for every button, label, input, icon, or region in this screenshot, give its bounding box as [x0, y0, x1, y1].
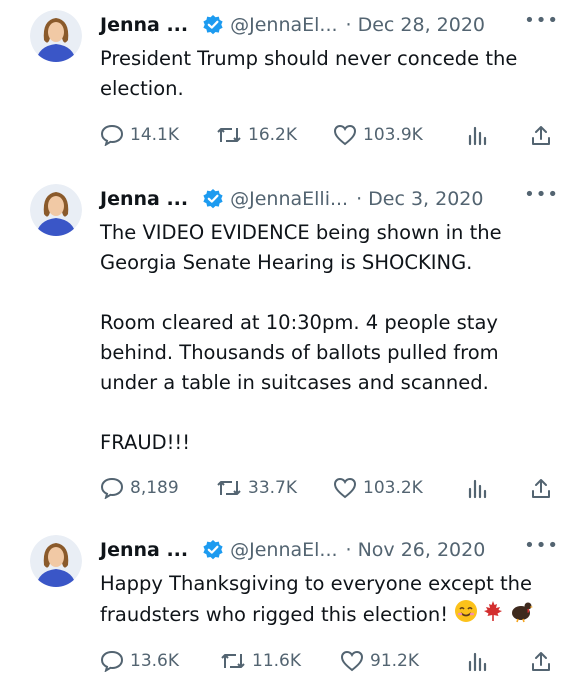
- more-options-icon[interactable]: •••: [524, 10, 559, 31]
- retweet-button[interactable]: 16.2K: [216, 120, 297, 150]
- avatar[interactable]: [30, 184, 82, 236]
- reply-button[interactable]: 8,189: [100, 473, 179, 503]
- tweet-actions: 8,189 33.7K 103.2K: [100, 473, 555, 503]
- tweet-date[interactable]: Dec 3, 2020: [368, 188, 483, 210]
- tweet-header: Jenna ... @JennaElli... · Dec 3, 2020 ••…: [100, 184, 559, 214]
- retweet-icon: [217, 128, 241, 142]
- avatar[interactable]: [30, 10, 82, 62]
- tweet-paragraph: President Trump should never concede the…: [100, 47, 518, 100]
- turkey-emoji: [508, 599, 534, 632]
- views-icon: [468, 479, 487, 499]
- tweet-header: Jenna ... @JennaEl... · Dec 28, 2020 •••: [100, 10, 559, 40]
- like-icon: [333, 124, 357, 146]
- display-name[interactable]: Jenna ...: [100, 539, 188, 561]
- views-button[interactable]: [466, 646, 494, 676]
- separator-dot: ·: [345, 14, 352, 36]
- like-icon: [340, 650, 364, 672]
- like-count: 91.2K: [370, 651, 419, 671]
- like-count: 103.9K: [363, 125, 423, 145]
- reply-count: 14.1K: [130, 125, 179, 145]
- handle[interactable]: @JennaEl...: [230, 14, 337, 36]
- reply-icon: [100, 124, 124, 146]
- retweet-count: 11.6K: [252, 651, 301, 671]
- reply-button[interactable]: 14.1K: [100, 120, 179, 150]
- views-button[interactable]: [466, 120, 494, 150]
- handle[interactable]: @JennaElli...: [230, 188, 348, 210]
- tweet-actions: 14.1K 16.2K 103.9K: [100, 120, 555, 150]
- reply-count: 13.6K: [130, 651, 179, 671]
- share-icon: [532, 652, 550, 671]
- retweet-count: 33.7K: [248, 478, 297, 498]
- handle[interactable]: @JennaEl...: [230, 539, 337, 561]
- share-button[interactable]: [530, 473, 558, 503]
- share-icon: [532, 126, 550, 145]
- reply-icon: [100, 477, 124, 499]
- verified-badge-icon: [202, 14, 224, 36]
- retweet-icon: [217, 481, 241, 495]
- like-icon: [333, 477, 357, 499]
- like-count: 103.2K: [363, 478, 423, 498]
- tweet-1[interactable]: Jenna ... @JennaEl... · Dec 28, 2020 •••…: [0, 10, 581, 160]
- tweet-3[interactable]: Jenna ... @JennaEl... · Nov 26, 2020 •••…: [0, 535, 581, 680]
- tweet-text: President Trump should never concede the…: [100, 44, 557, 104]
- display-name[interactable]: Jenna ...: [100, 14, 188, 36]
- tweet-paragraph: FRAUD!!!: [100, 431, 191, 454]
- tweet-actions: 13.6K 11.6K 91.2K: [100, 646, 555, 676]
- tweet-paragraph: The VIDEO EVIDENCE being shown in the Ge…: [100, 221, 502, 274]
- retweet-button[interactable]: 11.6K: [220, 646, 301, 676]
- reply-icon: [100, 650, 124, 672]
- share-button[interactable]: [530, 120, 558, 150]
- more-options-icon[interactable]: •••: [524, 535, 559, 556]
- more-options-icon[interactable]: •••: [524, 184, 559, 205]
- avatar[interactable]: [30, 535, 82, 587]
- tweet-paragraph: Room cleared at 10:30pm. 4 people stay b…: [100, 311, 499, 394]
- share-icon: [532, 479, 550, 498]
- tweet-2[interactable]: Jenna ... @JennaElli... · Dec 3, 2020 ••…: [0, 184, 581, 514]
- separator-dot: ·: [356, 188, 363, 210]
- tweet-paragraph: Happy Thanksgiving to everyone except th…: [100, 569, 557, 632]
- separator-dot: ·: [345, 539, 352, 561]
- tweet-header: Jenna ... @JennaEl... · Nov 26, 2020 •••: [100, 535, 559, 565]
- tweet-text: Happy Thanksgiving to everyone except th…: [100, 569, 557, 632]
- reply-count: 8,189: [130, 478, 179, 498]
- retweet-icon: [221, 654, 245, 668]
- views-icon: [468, 126, 487, 146]
- views-icon: [468, 652, 487, 672]
- verified-badge-icon: [202, 539, 224, 561]
- reply-button[interactable]: 13.6K: [100, 646, 179, 676]
- tweet-date[interactable]: Nov 26, 2020: [358, 539, 486, 561]
- share-button[interactable]: [530, 646, 558, 676]
- retweet-button[interactable]: 33.7K: [216, 473, 297, 503]
- like-button[interactable]: 91.2K: [340, 646, 419, 676]
- like-button[interactable]: 103.2K: [333, 473, 423, 503]
- tweet-text: The VIDEO EVIDENCE being shown in the Ge…: [100, 218, 557, 458]
- tweet-date[interactable]: Dec 28, 2020: [358, 14, 485, 36]
- retweet-count: 16.2K: [248, 125, 297, 145]
- views-button[interactable]: [466, 473, 494, 503]
- smiling-face-emoji: [454, 599, 478, 632]
- maple-leaf-emoji: [481, 599, 505, 632]
- verified-badge-icon: [202, 188, 224, 210]
- like-button[interactable]: 103.9K: [333, 120, 423, 150]
- display-name[interactable]: Jenna ...: [100, 188, 188, 210]
